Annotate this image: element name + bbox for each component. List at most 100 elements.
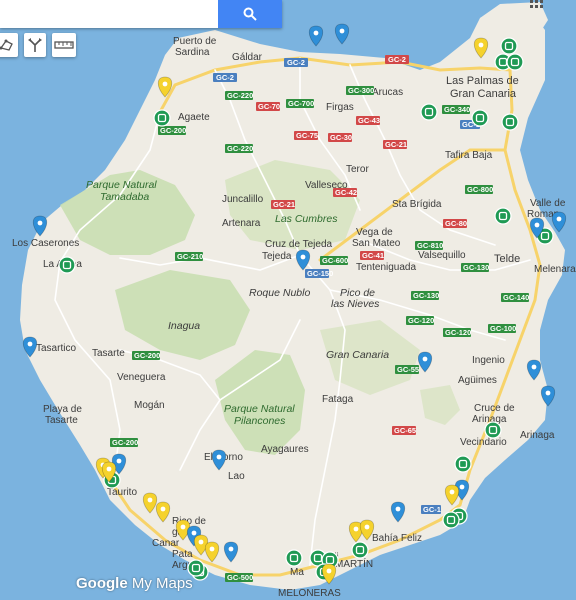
shield-gc1b: GC-1 (421, 505, 441, 514)
place-las-palmas-2: Gran Canaria (450, 88, 517, 100)
svg-text:GC-43: GC-43 (358, 116, 380, 125)
bus-poi-icon[interactable] (471, 109, 489, 127)
search-button[interactable] (218, 0, 282, 28)
place-playa-1: Playa de (43, 404, 82, 415)
bus-poi-icon[interactable] (420, 103, 438, 121)
place-tafira-baja: Tafira Baja (445, 150, 493, 161)
shop-poi-icon[interactable] (285, 549, 303, 567)
shop-poi-icon[interactable] (494, 207, 512, 225)
place-inagua: Inagua (168, 320, 200, 332)
svg-text:GC-140: GC-140 (503, 293, 529, 302)
place-las-cumbres: Las Cumbres (275, 213, 338, 225)
svg-text:GC-30: GC-30 (330, 133, 352, 142)
fuel-poi-icon[interactable] (501, 113, 519, 131)
place-ayagaures: Ayagaures (261, 444, 309, 455)
place-playa-2: Tasarte (45, 415, 78, 426)
svg-text:GC-2: GC-2 (388, 55, 406, 64)
map-canvas[interactable]: Puerto de Sardina Gáldar Las Palmas de G… (0, 0, 576, 600)
park-pilancones-label-1: Parque Natural (224, 403, 295, 415)
svg-text:GC-600: GC-600 (322, 256, 348, 265)
draw-shape-button[interactable] (0, 33, 18, 57)
svg-text:GC-300: GC-300 (348, 86, 374, 95)
svg-text:GC-800: GC-800 (467, 185, 493, 194)
place-patalavaca: Pata (172, 549, 193, 560)
shield-gc21b: GC-21 (271, 200, 295, 209)
place-cruz-de-tejeda: Cruz de Tejeda (265, 239, 333, 250)
svg-text:GC-130: GC-130 (413, 291, 439, 300)
place-telde: Telde (494, 253, 520, 265)
place-mogan: Mogán (134, 400, 165, 411)
place-taurito: Taurito (107, 487, 137, 498)
route-button[interactable] (24, 33, 46, 57)
shop-poi-icon[interactable] (454, 455, 472, 473)
shield-gc800: GC-800 (465, 185, 493, 194)
svg-text:GC-200: GC-200 (112, 438, 138, 447)
svg-text:GC-21: GC-21 (385, 140, 407, 149)
place-arucas: Arucas (372, 87, 403, 98)
shop-poi-icon[interactable] (442, 511, 460, 529)
park-pilancones-label-2: Pilancones (234, 415, 286, 427)
shield-gc42: GC-42 (333, 188, 357, 197)
shield-gc200a: GC-200 (158, 126, 186, 135)
place-canaria-frag: Canar (152, 538, 180, 549)
shield-gc41: GC-41 (360, 251, 384, 260)
place-fataga: Fataga (322, 394, 354, 405)
svg-text:GC-55: GC-55 (397, 365, 419, 374)
shield-gc30: GC-30 (328, 133, 352, 142)
svg-text:GC-150: GC-150 (307, 269, 333, 278)
bus-poi-icon[interactable] (58, 256, 76, 274)
shield-gc210: GC-210 (175, 252, 203, 261)
carpark-poi-icon[interactable] (500, 37, 518, 55)
place-cruce-1: Cruce de (474, 403, 515, 414)
shield-gc75: GC-75 (294, 131, 318, 140)
place-vega-2: San Mateo (352, 238, 401, 249)
shield-gc130b: GC-130 (411, 291, 439, 300)
shield-gc140: GC-140 (501, 293, 529, 302)
shop-poi-icon[interactable] (187, 559, 205, 577)
svg-text:GC-220: GC-220 (227, 91, 253, 100)
svg-text:GC-80: GC-80 (445, 219, 467, 228)
ruler-icon (54, 41, 74, 49)
svg-text:GC-21: GC-21 (273, 200, 295, 209)
carpark-poi-icon[interactable] (506, 53, 524, 71)
svg-text:GC-1: GC-1 (423, 505, 441, 514)
shield-gc100: GC-100 (488, 324, 516, 333)
svg-text:GC-200: GC-200 (134, 351, 160, 360)
svg-text:GC-65: GC-65 (394, 426, 416, 435)
svg-text:GC-70: GC-70 (258, 102, 280, 111)
place-valsequillo: Valsequillo (418, 250, 466, 261)
svg-text:GC-2: GC-2 (216, 73, 234, 82)
search-input[interactable] (0, 0, 214, 28)
place-vecindario: Vecindario (460, 437, 507, 448)
route-icon (28, 38, 42, 52)
place-martin: MARTÍN (335, 557, 373, 570)
place-tasarte: Tasarte (92, 348, 125, 359)
shield-gc500: GC-500 (225, 573, 253, 582)
place-galdar: Gáldar (232, 52, 263, 63)
shield-gc2b: GC-2 (284, 58, 308, 67)
shield-gc220b: GC-220 (225, 144, 253, 153)
shield-gc120b: GC-120 (443, 328, 471, 337)
place-tenteniguada: Tenteniguada (356, 262, 416, 273)
svg-text:GC-340: GC-340 (444, 105, 470, 114)
draw-shape-icon (0, 39, 13, 51)
place-artenara: Artenara (222, 218, 261, 229)
place-firgas: Firgas (326, 102, 354, 113)
place-arinaga: Arinaga (520, 430, 555, 441)
shield-gc2a: GC-2 (213, 73, 237, 82)
shield-gc65: GC-65 (392, 426, 416, 435)
place-teror: Teror (346, 164, 369, 175)
bus-poi-icon[interactable] (153, 109, 171, 127)
ruler-button[interactable] (52, 33, 76, 57)
place-meloneras: MELONERAS (278, 588, 341, 599)
apps-grid-icon[interactable] (530, 0, 544, 10)
svg-text:GC-2: GC-2 (287, 58, 305, 67)
place-veneguera: Veneguera (117, 372, 166, 383)
bus-poi-icon[interactable] (484, 421, 502, 439)
shield-gc810: GC-810 (415, 241, 443, 250)
shield-gc43: GC-43 (356, 116, 380, 125)
svg-text:GC-120: GC-120 (408, 316, 434, 325)
shop-poi-icon[interactable] (351, 541, 369, 559)
svg-text:GC-130: GC-130 (463, 263, 489, 272)
place-aguimes: Agüimes (458, 375, 497, 386)
